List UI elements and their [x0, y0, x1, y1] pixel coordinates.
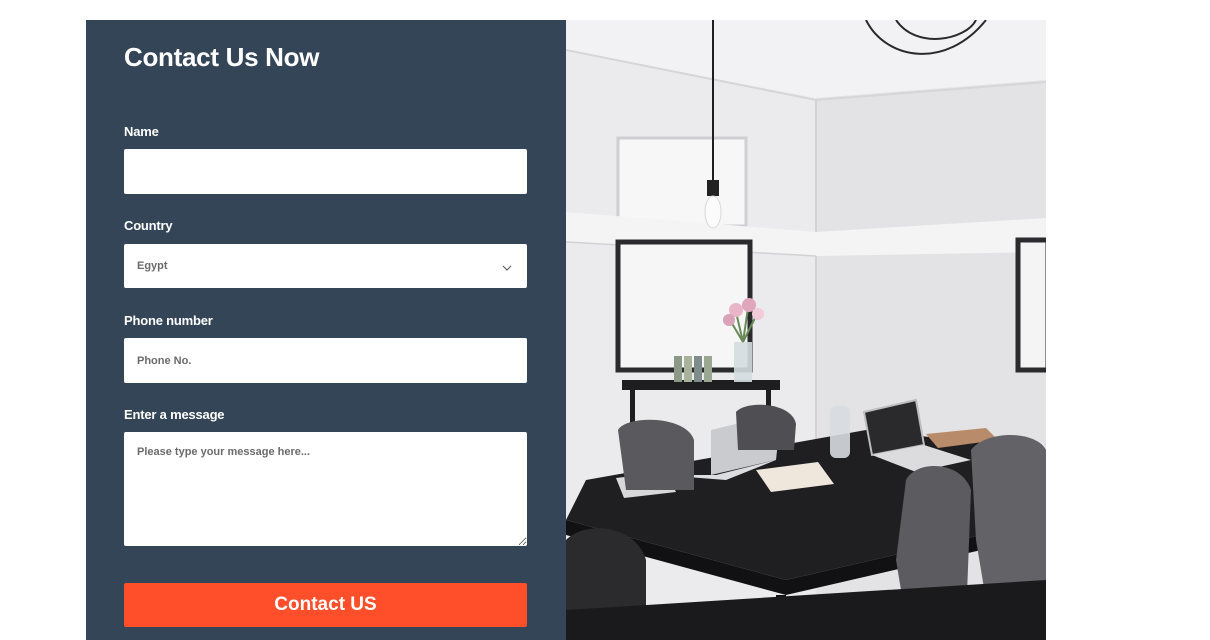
country-select[interactable]: Egypt — [124, 244, 527, 288]
name-input[interactable] — [124, 149, 527, 194]
contact-form-panel: Contact Us Now Name Country Egypt Phone … — [86, 20, 566, 640]
country-label: Country — [124, 218, 173, 233]
name-label: Name — [124, 124, 159, 139]
country-selected-value: Egypt — [137, 260, 168, 272]
form-title: Contact Us Now — [124, 42, 320, 72]
office-meeting-room-photo — [566, 20, 1046, 640]
message-label: Enter a message — [124, 407, 225, 422]
phone-input[interactable] — [124, 338, 527, 383]
phone-label: Phone number — [124, 313, 213, 328]
message-textarea[interactable] — [124, 432, 527, 546]
chevron-down-icon — [502, 265, 512, 271]
contact-section: Contact Us Now Name Country Egypt Phone … — [86, 20, 1046, 640]
office-photo-illustration — [566, 20, 1046, 640]
contact-submit-button[interactable]: Contact US — [124, 583, 527, 627]
